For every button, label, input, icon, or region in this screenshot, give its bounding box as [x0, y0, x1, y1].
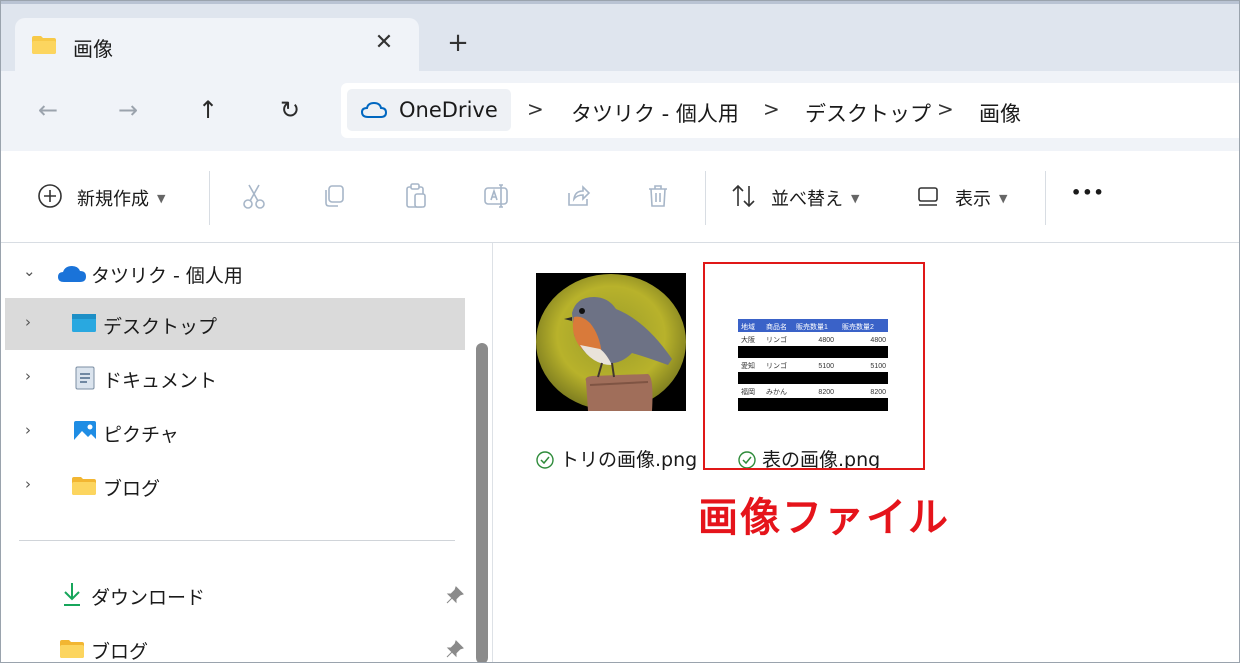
rename-icon[interactable] [479, 179, 513, 213]
highlight-box [703, 262, 925, 470]
cut-icon[interactable] [237, 179, 271, 213]
sidebar-item-label: ピクチャ [103, 424, 179, 446]
breadcrumb-images[interactable]: 画像 [979, 98, 1021, 128]
chevron-right-icon[interactable]: › [25, 421, 31, 439]
file-name-label: トリの画像.png [560, 449, 698, 471]
sidebar-item-label: タツリク - 個人用 [91, 265, 243, 287]
sidebar-item-pictures[interactable]: › ピクチャ [5, 406, 465, 458]
navigation-bar: ← → ↑ ↻ OneDrive > タツリク - 個人用 > デスクトップ >… [1, 71, 1239, 151]
tab-title: 画像 [73, 37, 113, 61]
sort-button[interactable]: 並べ替え ▼ [771, 185, 859, 217]
tab-strip: 画像 ✕ + [1, 1, 1239, 74]
download-icon [64, 583, 80, 606]
sort-icon[interactable] [727, 179, 761, 213]
view-button-label: 表示 [955, 189, 991, 210]
up-arrow-icon[interactable]: ↑ [193, 95, 223, 125]
back-arrow-icon[interactable]: ← [33, 95, 63, 125]
sidebar-item-desktop[interactable]: › デスクトップ [5, 298, 465, 350]
chevron-down-icon: ▼ [157, 192, 166, 205]
pin-icon[interactable] [445, 639, 465, 659]
new-button[interactable]: 新規作成 ▼ [77, 185, 165, 217]
share-icon[interactable] [561, 179, 595, 213]
add-circle-icon[interactable] [33, 179, 67, 213]
forward-arrow-icon[interactable]: → [113, 95, 143, 125]
close-icon[interactable]: ✕ [371, 30, 397, 56]
breadcrumb-personal[interactable]: タツリク - 個人用 [571, 98, 739, 128]
paste-icon[interactable] [399, 179, 433, 213]
file-list: トリの画像.png 地域 商品名 販売数量1 販売数量2 大阪 リンゴ 4800… [494, 243, 1239, 662]
annotation-label: 画像ファイル [698, 495, 950, 541]
sidebar-item-label: ドキュメント [103, 370, 218, 392]
sidebar-divider [19, 540, 455, 541]
breadcrumb-separator[interactable]: > [937, 97, 954, 121]
chevron-down-icon: ▼ [999, 192, 1008, 205]
bird-image [536, 274, 686, 411]
breadcrumb-separator[interactable]: > [763, 97, 780, 121]
sidebar-item-label: ブログ [91, 641, 149, 663]
view-icon[interactable] [911, 179, 945, 213]
sidebar-item-label: ブログ [103, 478, 161, 500]
sidebar-quick-blog[interactable]: ブログ [5, 623, 465, 663]
folder-icon [32, 36, 56, 54]
cloud-icon [361, 102, 387, 118]
chevron-right-icon[interactable]: › [25, 313, 31, 331]
new-button-label: 新規作成 [77, 189, 149, 210]
folder-icon [60, 640, 84, 658]
breadcrumb-root-label: OneDrive [399, 98, 498, 122]
bird-thumbnail [536, 273, 686, 411]
onedrive-cloud-icon [58, 266, 86, 282]
command-bar: 新規作成 ▼ 並べ替え ▼ 表示 ▼ ••• [1, 151, 1239, 243]
scrollbar-thumb[interactable] [476, 343, 488, 662]
synced-check-icon [536, 451, 554, 469]
pictures-icon [74, 421, 96, 443]
folder-icon [72, 477, 96, 495]
copy-icon[interactable] [317, 179, 351, 213]
breadcrumb-desktop[interactable]: デスクトップ [805, 98, 931, 128]
chevron-right-icon[interactable]: › [25, 367, 31, 385]
breadcrumb-separator[interactable]: > [527, 97, 544, 121]
chevron-down-icon: ▼ [851, 192, 860, 205]
file-name: トリの画像.png [536, 445, 697, 472]
desktop-folder-icon [72, 314, 96, 332]
chevron-down-icon[interactable]: ⌄ [23, 262, 36, 280]
new-tab-button[interactable]: + [443, 28, 473, 58]
toolbar-divider [1045, 171, 1046, 225]
delete-icon[interactable] [641, 179, 675, 213]
sort-button-label: 並べ替え [771, 189, 843, 210]
sidebar-item-blog[interactable]: › ブログ [5, 460, 465, 512]
breadcrumb-onedrive[interactable]: OneDrive [347, 89, 511, 131]
file-item-bird[interactable]: トリの画像.png [494, 263, 714, 473]
toolbar-divider [209, 171, 210, 225]
address-bar[interactable]: OneDrive > タツリク - 個人用 > デスクトップ > 画像 [341, 83, 1239, 138]
view-button[interactable]: 表示 ▼ [955, 185, 1007, 217]
sidebar-item-label: デスクトップ [103, 316, 218, 338]
sidebar-quick-downloads[interactable]: ダウンロード [5, 569, 465, 621]
refresh-icon[interactable]: ↻ [275, 95, 305, 125]
more-options-button[interactable]: ••• [1071, 183, 1105, 215]
tab-images[interactable]: 画像 ✕ [15, 18, 419, 74]
sidebar-item-documents[interactable]: › ドキュメント [5, 352, 465, 404]
toolbar-divider [705, 171, 706, 225]
chevron-right-icon[interactable]: › [25, 475, 31, 493]
file-explorer-window: 画像 ✕ + ← → ↑ ↻ OneDrive > タツリク - 個人用 > デ… [0, 0, 1240, 663]
pin-icon[interactable] [445, 585, 465, 605]
sidebar-item-label: ダウンロード [91, 587, 206, 609]
navigation-pane: ⌄ タツリク - 個人用 › デスクトップ › ドキュメント › ピクチャ › … [1, 243, 493, 663]
document-icon [75, 366, 95, 390]
sidebar-item-personal[interactable]: ⌄ タツリク - 個人用 [5, 247, 465, 299]
